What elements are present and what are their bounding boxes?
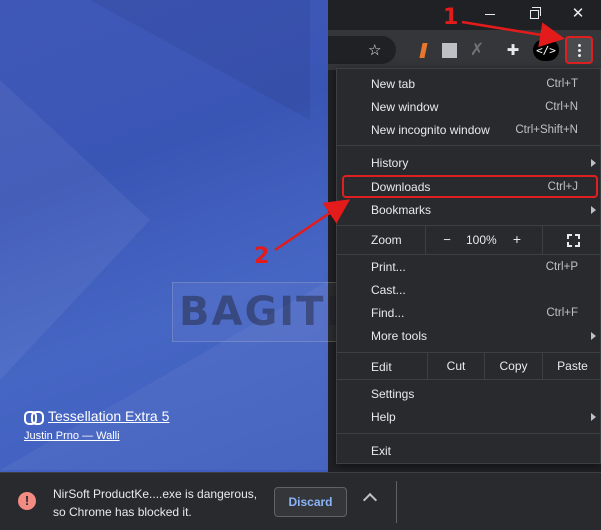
zoom-out-button[interactable]: − (440, 232, 454, 247)
zoom-row: Zoom − 100% + (337, 226, 601, 254)
puzzle-icon[interactable]: ✚ (502, 39, 524, 61)
window-titlebar: ✕ (328, 0, 601, 30)
zoom-level: 100% (466, 233, 497, 247)
menu-item-cast[interactable]: Cast... (337, 279, 601, 301)
browser-toolbar: ☆ ✗ ✚ </> (328, 30, 601, 70)
background-credit: Tessellation Extra 5 Justin Prno — Walli (24, 408, 169, 442)
menu-item-new-incognito-window[interactable]: New incognito window Ctrl+Shift+N (337, 119, 601, 141)
cut-button[interactable]: Cut (427, 353, 484, 379)
extension-flag-icon[interactable] (412, 39, 434, 61)
annotation-step-1: 1 (443, 5, 459, 30)
close-button[interactable]: ✕ (564, 4, 592, 24)
download-bar: ! NirSoft ProductKe....exe is dangerous,… (0, 472, 601, 530)
close-icon: ✕ (571, 5, 585, 22)
kebab-dot (577, 48, 581, 52)
restore-button[interactable] (520, 4, 548, 24)
submenu-arrow-icon (591, 332, 596, 340)
zoom-in-button[interactable]: + (510, 231, 524, 247)
menu-separator (337, 254, 601, 255)
star-icon[interactable]: ☆ (368, 41, 381, 59)
fullscreen-icon[interactable] (542, 226, 601, 254)
menu-separator (337, 379, 601, 380)
menu-item-find[interactable]: Find... Ctrl+F (337, 302, 601, 324)
menu-item-bookmarks[interactable]: Bookmarks (337, 199, 601, 221)
kebab-dot (577, 43, 581, 47)
restore-icon (529, 7, 541, 20)
menu-separator (337, 145, 601, 146)
paste-button[interactable]: Paste (542, 353, 601, 379)
background-title-link[interactable]: Tessellation Extra 5 (48, 408, 169, 424)
minimize-icon (485, 14, 495, 16)
menu-item-help[interactable]: Help (337, 406, 601, 428)
menu-item-exit[interactable]: Exit (337, 440, 601, 462)
warning-icon: ! (18, 492, 36, 510)
chrome-menu-button[interactable] (565, 36, 593, 64)
downloads-highlight-box (342, 175, 598, 198)
download-bar-divider (396, 481, 397, 523)
minimize-button[interactable] (476, 4, 504, 24)
submenu-arrow-icon (591, 206, 596, 214)
menu-separator (337, 433, 601, 434)
menu-item-settings[interactable]: Settings (337, 383, 601, 405)
submenu-arrow-icon (591, 413, 596, 421)
download-warning-message: NirSoft ProductKe....exe is dangerous, s… (53, 487, 258, 519)
chrome-menu: New tab Ctrl+T New window Ctrl+N New incog… (336, 68, 601, 464)
chevron-up-icon[interactable] (362, 492, 378, 508)
edit-row: Edit Cut Copy Paste (337, 353, 601, 379)
menu-item-new-tab[interactable]: New tab Ctrl+T (337, 73, 601, 95)
background-author-link[interactable]: Justin Prno — Walli (24, 430, 169, 442)
discard-button[interactable]: Discard (274, 487, 347, 517)
menu-item-print[interactable]: Print... Ctrl+P (337, 256, 601, 278)
submenu-arrow-icon (591, 159, 596, 167)
kebab-dot (577, 53, 581, 57)
menu-item-more-tools[interactable]: More tools (337, 325, 601, 347)
annotation-step-2: 2 (254, 244, 270, 269)
menu-item-history[interactable]: History (337, 152, 601, 174)
extension-square-icon[interactable] (438, 39, 460, 61)
background-facet (90, 0, 310, 120)
link-icon (24, 411, 44, 425)
copy-button[interactable]: Copy (484, 353, 542, 379)
devtools-icon[interactable]: </> (533, 39, 559, 61)
extension-x-icon[interactable]: ✗ (466, 39, 488, 61)
address-bar[interactable]: ☆ (328, 36, 396, 64)
menu-item-new-window[interactable]: New window Ctrl+N (337, 96, 601, 118)
